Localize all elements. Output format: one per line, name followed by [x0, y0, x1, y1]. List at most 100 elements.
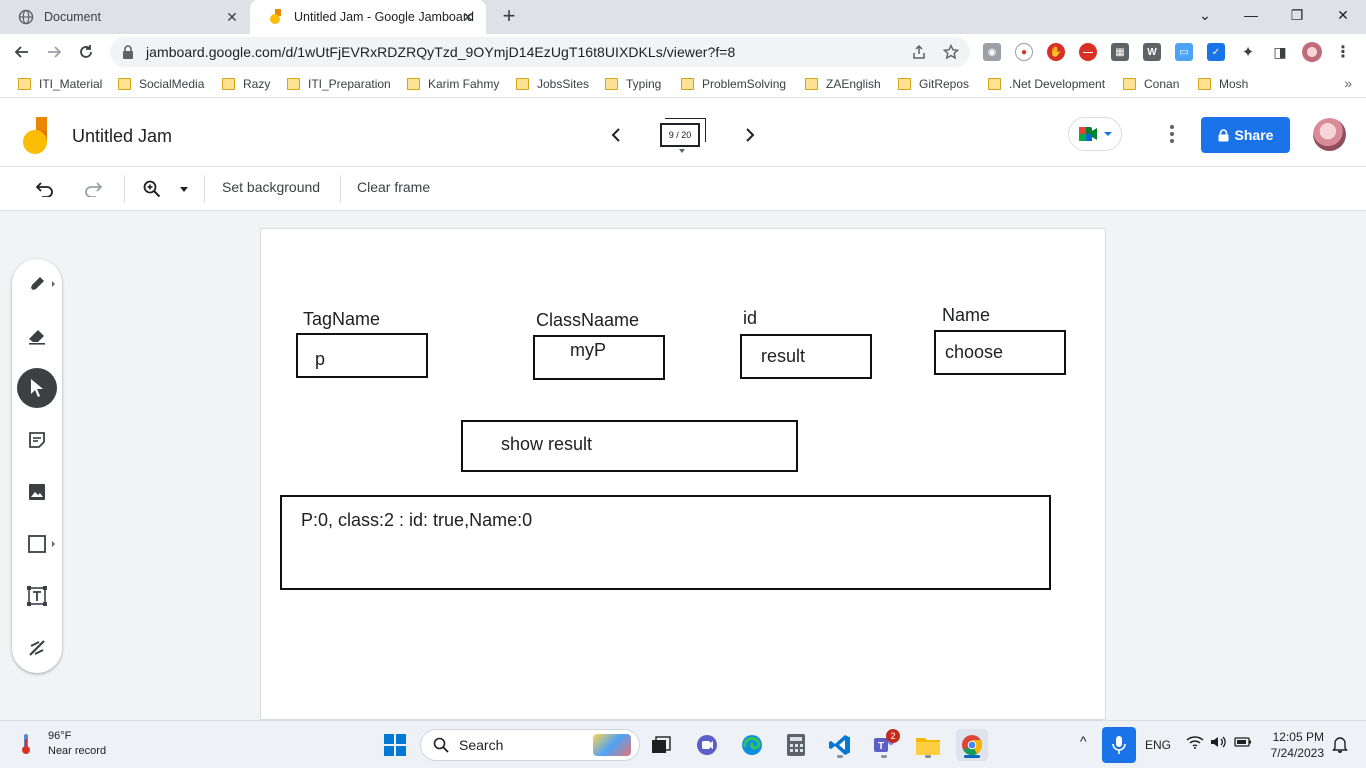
- forward-button[interactable]: [40, 38, 68, 66]
- name-value: choose: [945, 342, 1004, 362]
- language-indicator[interactable]: ENG: [1145, 738, 1171, 752]
- search-highlight-icon: [593, 734, 631, 756]
- clear-frame-button[interactable]: Clear frame: [357, 179, 430, 195]
- side-panel-icon[interactable]: ◨: [1271, 43, 1289, 61]
- zoom-button[interactable]: [140, 177, 164, 201]
- system-clock[interactable]: 12:05 PM 7/24/2023: [1262, 729, 1324, 761]
- globe-icon: [18, 9, 34, 25]
- add-image-tool[interactable]: [17, 472, 57, 512]
- select-tool[interactable]: [17, 368, 57, 408]
- chevron-up-icon[interactable]: ^: [1080, 733, 1087, 749]
- puzzle-icon[interactable]: ✦: [1239, 43, 1257, 61]
- zoom-dropdown-button[interactable]: [172, 177, 196, 201]
- bookmark-folder[interactable]: Razy: [222, 75, 270, 93]
- classname-label[interactable]: ClassNaame: [536, 310, 639, 331]
- frame-indicator[interactable]: 9 / 20: [660, 123, 700, 147]
- bookmark-folder[interactable]: ITI_Material: [18, 75, 102, 93]
- bookmarks-overflow-icon[interactable]: »: [1344, 75, 1352, 91]
- microphone-button[interactable]: [1102, 727, 1136, 763]
- profile-avatar[interactable]: [1302, 42, 1322, 62]
- bookmark-folder[interactable]: JobsSites: [516, 75, 589, 93]
- text-box-tool[interactable]: [17, 576, 57, 616]
- star-icon[interactable]: [942, 43, 960, 61]
- meet-button[interactable]: [1068, 117, 1122, 151]
- taskbar-search[interactable]: Search: [420, 729, 640, 761]
- sticky-note-tool[interactable]: [17, 420, 57, 460]
- volume-icon[interactable]: [1210, 735, 1228, 752]
- app-extension-icon[interactable]: ▭: [1175, 43, 1193, 61]
- address-bar[interactable]: jamboard.google.com/d/1wUtFjEVRxRDZRQyTz…: [110, 37, 970, 67]
- jamboard-logo-icon[interactable]: [22, 117, 50, 155]
- name-label[interactable]: Name: [942, 305, 990, 326]
- share-page-icon[interactable]: [910, 43, 928, 61]
- lock-icon[interactable]: [122, 45, 138, 59]
- record-extension-icon[interactable]: ●: [1015, 43, 1033, 61]
- text-box-icon: [27, 586, 47, 606]
- bookmark-folder[interactable]: ProblemSolving: [681, 75, 786, 93]
- minimize-button[interactable]: —: [1228, 0, 1274, 30]
- bookmark-folder[interactable]: Mosh: [1198, 75, 1248, 93]
- camera-extension-icon[interactable]: ◉: [983, 43, 1001, 61]
- id-box[interactable]: [740, 334, 872, 379]
- kebab-menu-icon[interactable]: ⋮: [1334, 43, 1352, 61]
- close-window-button[interactable]: ✕: [1320, 0, 1366, 30]
- start-button[interactable]: [379, 729, 411, 761]
- shield-icon[interactable]: ✓: [1207, 43, 1225, 61]
- file-explorer-button[interactable]: [912, 729, 944, 761]
- vscode-button[interactable]: [824, 729, 856, 761]
- word-extension-icon[interactable]: W: [1143, 43, 1161, 61]
- weather-widget[interactable]: 96°F Near record: [18, 729, 106, 759]
- next-frame-button[interactable]: [742, 126, 758, 144]
- tagname-label[interactable]: TagName: [303, 309, 380, 330]
- toolbar-divider: [340, 175, 341, 203]
- tab-document[interactable]: Document ✕: [0, 0, 250, 34]
- jam-title[interactable]: Untitled Jam: [72, 126, 172, 147]
- caret-down-icon: [679, 149, 685, 153]
- reload-button[interactable]: [72, 38, 100, 66]
- adblock-extension-icon[interactable]: ✋: [1047, 43, 1065, 61]
- chevron-down-icon[interactable]: ⌄: [1182, 0, 1228, 30]
- battery-icon[interactable]: [1234, 736, 1252, 751]
- pen-tool[interactable]: [17, 264, 57, 304]
- close-tab-icon[interactable]: ✕: [224, 9, 240, 25]
- back-button[interactable]: [8, 38, 36, 66]
- new-tab-button[interactable]: +: [498, 5, 520, 28]
- bookmark-folder[interactable]: Karim Fahmy: [407, 75, 499, 93]
- calculator-button[interactable]: [780, 729, 812, 761]
- prev-frame-button[interactable]: [608, 126, 624, 144]
- shape-tool[interactable]: [17, 524, 57, 564]
- bookmark-folder[interactable]: .Net Development: [988, 75, 1105, 93]
- close-tab-icon[interactable]: ✕: [460, 9, 476, 25]
- tab-jamboard[interactable]: Untitled Jam - Google Jamboard ✕: [250, 0, 486, 34]
- teams-button[interactable]: T 2: [868, 729, 900, 761]
- avatar[interactable]: [1313, 118, 1346, 151]
- block-extension-icon[interactable]: —: [1079, 43, 1097, 61]
- restore-button[interactable]: ❐: [1274, 0, 1320, 30]
- redo-button[interactable]: [81, 177, 105, 201]
- share-button[interactable]: Share: [1201, 117, 1290, 153]
- folder-icon: [988, 78, 1001, 90]
- chrome-button[interactable]: [956, 729, 988, 761]
- undo-button[interactable]: [33, 177, 57, 201]
- set-background-button[interactable]: Set background: [222, 179, 320, 195]
- bookmark-folder[interactable]: SocialMedia: [118, 75, 204, 93]
- bookmark-folder[interactable]: ZAEnglish: [805, 75, 881, 93]
- bookmark-folder[interactable]: Typing: [605, 75, 661, 93]
- windows-taskbar: 96°F Near record Search T 2 ^ ENG 12:05 …: [0, 720, 1366, 768]
- bookmark-folder[interactable]: GitRepos: [898, 75, 969, 93]
- bookmark-folder[interactable]: ITI_Preparation: [287, 75, 391, 93]
- extension-icon[interactable]: ▦: [1111, 43, 1129, 61]
- browser-toolbar: jamboard.google.com/d/1wUtFjEVRxRDZRQyTz…: [0, 34, 1366, 70]
- wifi-icon[interactable]: [1186, 735, 1204, 752]
- task-view-button[interactable]: [645, 729, 677, 761]
- image-icon: [29, 484, 45, 500]
- laser-tool[interactable]: [17, 628, 57, 668]
- edge-browser-button[interactable]: [736, 729, 768, 761]
- eraser-tool[interactable]: [17, 316, 57, 356]
- bookmark-folder[interactable]: Conan: [1123, 75, 1179, 93]
- more-options-button[interactable]: [1163, 123, 1181, 145]
- jam-frame[interactable]: TagName ClassNaame id Name p myP result …: [260, 228, 1106, 720]
- chat-app-button[interactable]: [691, 729, 723, 761]
- notification-icon[interactable]: [1332, 735, 1348, 756]
- id-label[interactable]: id: [743, 308, 757, 329]
